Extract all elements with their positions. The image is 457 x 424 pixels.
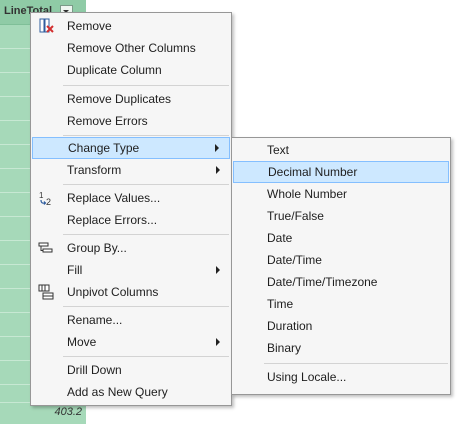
submenu-item-binary[interactable]: Binary xyxy=(233,337,449,359)
menu-item-transform[interactable]: Transform xyxy=(32,159,230,181)
menu-item-label: Binary xyxy=(267,341,302,355)
menu-separator xyxy=(63,306,229,307)
menu-item-label: Fill xyxy=(67,263,83,277)
menu-separator xyxy=(63,85,229,86)
menu-separator xyxy=(264,363,448,364)
menu-item-label: Whole Number xyxy=(267,187,348,201)
menu-item-label: Remove Other Columns xyxy=(67,41,196,55)
menu-item-remove[interactable]: Remove xyxy=(32,15,230,37)
menu-item-replace-values[interactable]: 1 2 Replace Values... xyxy=(32,187,230,209)
menu-item-label: Rename... xyxy=(67,313,123,327)
menu-separator xyxy=(63,356,229,357)
menu-item-label: Decimal Number xyxy=(268,165,358,179)
submenu-item-using-locale[interactable]: Using Locale... xyxy=(233,366,449,388)
menu-item-label: Group By... xyxy=(67,241,127,255)
menu-item-duplicate-column[interactable]: Duplicate Column xyxy=(32,59,230,81)
menu-item-remove-duplicates[interactable]: Remove Duplicates xyxy=(32,88,230,110)
menu-separator xyxy=(63,184,229,185)
submenu-item-date-time-timezone[interactable]: Date/Time/Timezone xyxy=(233,271,449,293)
menu-item-add-as-new-query[interactable]: Add as New Query xyxy=(32,381,230,403)
menu-item-label: Time xyxy=(267,297,294,311)
menu-separator xyxy=(63,234,229,235)
change-type-submenu: Text Decimal Number Whole Number True/Fa… xyxy=(231,137,451,395)
menu-separator xyxy=(63,135,229,136)
svg-text:2: 2 xyxy=(46,197,51,206)
menu-item-group-by[interactable]: Group By... xyxy=(32,237,230,259)
submenu-arrow-icon xyxy=(216,266,220,274)
column-context-menu: Remove Remove Other Columns Duplicate Co… xyxy=(30,12,232,406)
menu-item-label: Date/Time/Timezone xyxy=(267,275,378,289)
menu-item-move[interactable]: Move xyxy=(32,331,230,353)
menu-item-label: Duration xyxy=(267,319,313,333)
menu-item-label: Transform xyxy=(67,163,122,177)
submenu-arrow-icon xyxy=(215,144,219,152)
menu-item-rename[interactable]: Rename... xyxy=(32,309,230,331)
menu-item-fill[interactable]: Fill xyxy=(32,259,230,281)
menu-item-label: Drill Down xyxy=(67,363,122,377)
submenu-item-date-time[interactable]: Date/Time xyxy=(233,249,449,271)
remove-column-icon xyxy=(39,18,54,33)
menu-item-label: True/False xyxy=(267,209,324,223)
menu-item-remove-errors[interactable]: Remove Errors xyxy=(32,110,230,132)
menu-item-change-type[interactable]: Change Type xyxy=(32,137,230,159)
group-by-icon xyxy=(38,242,53,253)
submenu-item-decimal-number[interactable]: Decimal Number xyxy=(233,161,449,183)
menu-item-label: Remove Errors xyxy=(67,114,148,128)
menu-item-label: Remove Duplicates xyxy=(67,92,172,106)
menu-item-label: Duplicate Column xyxy=(67,63,162,77)
submenu-arrow-icon xyxy=(216,338,220,346)
menu-item-label: Move xyxy=(67,335,97,349)
svg-text:1: 1 xyxy=(39,191,44,200)
submenu-item-true-false[interactable]: True/False xyxy=(233,205,449,227)
menu-item-label: Unpivot Columns xyxy=(67,285,159,299)
menu-item-label: Change Type xyxy=(68,141,140,155)
menu-item-remove-other-columns[interactable]: Remove Other Columns xyxy=(32,37,230,59)
column-cell-value: 403.2 xyxy=(54,406,82,418)
replace-values-icon: 1 2 xyxy=(39,191,51,206)
submenu-item-time[interactable]: Time xyxy=(233,293,449,315)
submenu-item-date[interactable]: Date xyxy=(233,227,449,249)
menu-item-label: Replace Errors... xyxy=(67,213,158,227)
menu-item-label: Remove xyxy=(67,19,112,33)
menu-item-drill-down[interactable]: Drill Down xyxy=(32,359,230,381)
submenu-arrow-icon xyxy=(216,166,220,174)
unpivot-columns-icon xyxy=(38,284,54,300)
menu-item-label: Using Locale... xyxy=(267,370,347,384)
submenu-item-duration[interactable]: Duration xyxy=(233,315,449,337)
menu-item-replace-errors[interactable]: Replace Errors... xyxy=(32,209,230,231)
submenu-item-text[interactable]: Text xyxy=(233,139,449,161)
menu-item-label: Text xyxy=(267,143,290,157)
submenu-item-whole-number[interactable]: Whole Number xyxy=(233,183,449,205)
menu-item-label: Replace Values... xyxy=(67,191,161,205)
menu-item-label: Add as New Query xyxy=(67,385,168,399)
menu-item-label: Date xyxy=(267,231,293,245)
menu-item-label: Date/Time xyxy=(267,253,322,267)
menu-item-unpivot-columns[interactable]: Unpivot Columns xyxy=(32,281,230,303)
